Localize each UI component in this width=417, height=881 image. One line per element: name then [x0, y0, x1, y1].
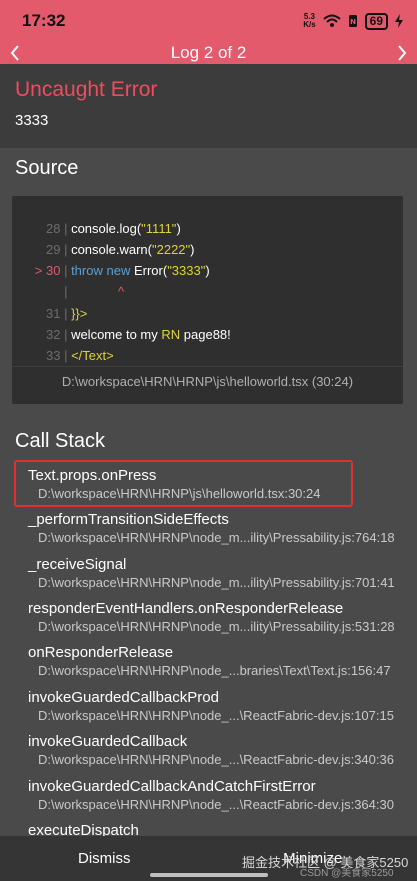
frame-location: D:\workspace\HRN\HRNP\node_...\ReactFabr… [38, 752, 394, 767]
status-time: 17:32 [22, 11, 66, 30]
stack-frame[interactable]: invokeGuardedCallbackAndCatchFirstError … [28, 778, 394, 812]
stack-frame[interactable]: invokeGuardedCallback D:\workspace\HRN\H… [28, 733, 394, 767]
battery-indicator: 69 [364, 12, 388, 30]
network-speed-unit: K/s [303, 20, 316, 29]
code-line-caret: | ^ [60, 284, 125, 299]
previous-log-button[interactable] [6, 44, 24, 62]
frame-method: invokeGuardedCallbackProd [28, 689, 219, 706]
stack-frame[interactable]: _receiveSignal D:\workspace\HRN\HRNP\nod… [28, 556, 395, 590]
frame-location: D:\workspace\HRN\HRNP\node_m...ility\Pre… [38, 575, 395, 590]
error-title: Uncaught Error [15, 78, 158, 101]
status-bar: 17:32 5.3 K/s N 69 [0, 0, 417, 42]
frame-location: D:\workspace\HRN\HRNP\node_m...ility\Pre… [38, 530, 395, 545]
stack-frame[interactable]: Text.props.onPress D:\workspace\HRN\HRNP… [28, 467, 320, 501]
frame-method: _receiveSignal [28, 556, 127, 573]
line-number: 33 [45, 348, 61, 363]
status-icons: 5.3 K/s N 69 [303, 12, 403, 30]
stack-frame[interactable]: responderEventHandlers.onResponderReleas… [28, 600, 395, 634]
frame-location: D:\workspace\HRN\HRNP\js\helloworld.tsx:… [38, 486, 321, 501]
code-line: 33 | </Text> [12, 333, 114, 363]
code-line-error: > 30 | throw new Error("3333") [12, 248, 210, 278]
frame-location: D:\workspace\HRN\HRNP\node_m...ility\Pre… [38, 619, 395, 634]
frame-method: invokeGuardedCallbackAndCatchFirstError [28, 778, 316, 795]
code-line: 29 | console.warn("2222") [12, 227, 195, 257]
log-counter: Log 2 of 2 [170, 43, 247, 62]
error-caret: ^ [118, 284, 125, 299]
frame-method: Text.props.onPress [28, 467, 157, 484]
log-header: Log 2 of 2 [0, 42, 417, 64]
wifi-icon [322, 14, 341, 27]
code-frame[interactable]: 28 | console.log("1111") 29 | console.wa… [12, 196, 403, 404]
stack-frame[interactable]: _performTransitionSideEffects D:\workspa… [28, 511, 395, 545]
frame-method: onResponderRelease [28, 644, 174, 661]
nfc-icon: N [348, 15, 357, 27]
home-indicator[interactable] [150, 873, 268, 877]
dismiss-button[interactable]: Dismiss [0, 850, 209, 867]
next-log-button[interactable] [393, 44, 411, 62]
charging-icon [395, 14, 403, 28]
chevron-right-icon [398, 45, 407, 61]
code-line: 28 | console.log("1111") [12, 206, 181, 236]
source-heading: Source [15, 157, 79, 179]
code-text: </Text> [71, 348, 114, 363]
frame-method: _performTransitionSideEffects [28, 511, 229, 528]
frame-location: D:\workspace\HRN\HRNP\node_...\ReactFabr… [38, 708, 394, 723]
network-speed: 5.3 K/s [303, 13, 315, 29]
stack-frame[interactable]: invokeGuardedCallbackProd D:\workspace\H… [28, 689, 394, 723]
frame-method: invokeGuardedCallback [28, 733, 188, 750]
frame-location: D:\workspace\HRN\HRNP\node_...braries\Te… [38, 663, 391, 678]
error-message: 3333 [15, 112, 49, 129]
stack-frame[interactable]: onResponderRelease D:\workspace\HRN\HRNP… [28, 644, 391, 678]
source-file-path[interactable]: D:\workspace\HRN\HRNP\js\helloworld.tsx … [12, 366, 403, 405]
frame-location: D:\workspace\HRN\HRNP\node_...\ReactFabr… [38, 797, 394, 812]
call-stack-heading: Call Stack [15, 430, 106, 452]
error-panel: Uncaught Error [0, 64, 417, 148]
chevron-left-icon [10, 45, 19, 61]
code-line: 32 | welcome to my RN page88! [12, 312, 231, 342]
csdn-watermark: CSDN @美食家5250 [300, 868, 394, 879]
code-line: 31 | }}> [12, 291, 87, 321]
svg-text:N: N [350, 18, 356, 26]
frame-method: responderEventHandlers.onResponderReleas… [28, 600, 344, 617]
